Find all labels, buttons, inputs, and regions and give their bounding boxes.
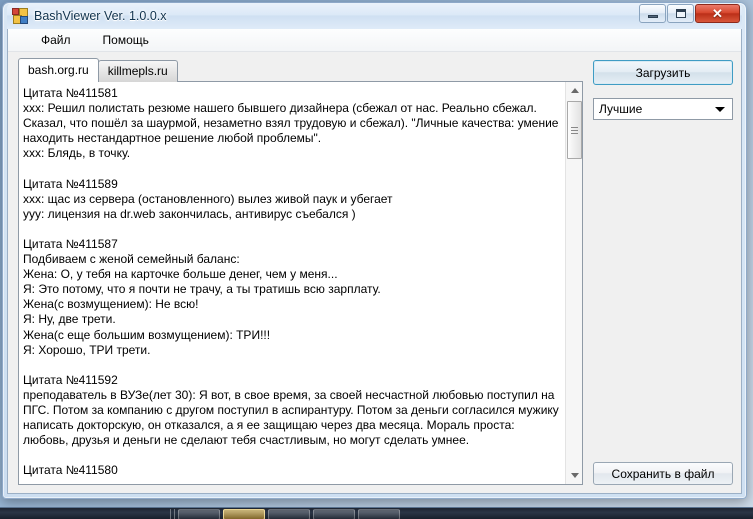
window-client-area: Файл Помощь bash.org.ru killmepls.ru Цит… bbox=[7, 29, 742, 494]
tab-strip: bash.org.ru killmepls.ru bbox=[18, 58, 583, 82]
taskbar-button[interactable] bbox=[313, 509, 355, 519]
menu-item-help[interactable]: Помощь bbox=[94, 30, 158, 50]
scrollbar-grip-icon bbox=[571, 126, 578, 134]
taskbar-button[interactable] bbox=[268, 509, 310, 519]
taskbar-button[interactable] bbox=[358, 509, 400, 519]
minimize-icon bbox=[647, 14, 658, 18]
main-body: bash.org.ru killmepls.ru Цитата №411581 … bbox=[8, 52, 741, 493]
window-title: BashViewer Ver. 1.0.0.x bbox=[34, 9, 167, 23]
chevron-down-icon bbox=[715, 107, 725, 112]
app-grid-icon bbox=[12, 8, 28, 24]
menu-bar: Файл Помощь bbox=[8, 29, 741, 52]
title-bar[interactable]: BashViewer Ver. 1.0.0.x ✕ bbox=[7, 3, 742, 29]
taskbar-button[interactable] bbox=[178, 509, 220, 519]
close-button[interactable]: ✕ bbox=[695, 4, 740, 23]
desktop-background: BashViewer Ver. 1.0.0.x ✕ Файл Помощь ba… bbox=[0, 0, 753, 519]
quotes-textarea[interactable]: Цитата №411581 xxx: Решил полистать резю… bbox=[19, 82, 565, 484]
menu-item-file[interactable]: Файл bbox=[32, 30, 80, 50]
sort-select-value: Лучшие bbox=[599, 102, 643, 116]
bashviewer-window: BashViewer Ver. 1.0.0.x ✕ Файл Помощь ba… bbox=[2, 2, 747, 499]
window-controls: ✕ bbox=[638, 4, 740, 23]
taskbar-button-active[interactable] bbox=[223, 509, 265, 519]
tab-killmepls-ru[interactable]: killmepls.ru bbox=[97, 60, 178, 82]
taskbar-separator bbox=[170, 509, 171, 519]
maximize-icon bbox=[675, 9, 686, 18]
scroll-down-arrow-icon[interactable] bbox=[566, 467, 582, 484]
save-to-file-button[interactable]: Сохранить в файл bbox=[593, 462, 733, 485]
quotes-text-panel: Цитата №411581 xxx: Решил полистать резю… bbox=[18, 81, 583, 485]
sort-select[interactable]: Лучшие bbox=[593, 98, 733, 120]
vertical-scrollbar[interactable] bbox=[565, 82, 582, 484]
taskbar-separator bbox=[174, 509, 175, 519]
content-column: bash.org.ru killmepls.ru Цитата №411581 … bbox=[18, 58, 583, 485]
taskbar[interactable] bbox=[0, 507, 753, 519]
tab-bash-org-ru[interactable]: bash.org.ru bbox=[18, 58, 99, 82]
scroll-up-arrow-icon[interactable] bbox=[566, 82, 582, 99]
load-button[interactable]: Загрузить bbox=[593, 60, 733, 85]
sidebar-controls: Загрузить Лучшие Сохранить в файл bbox=[593, 60, 733, 485]
scrollbar-thumb[interactable] bbox=[567, 101, 582, 159]
minimize-button[interactable] bbox=[639, 4, 666, 23]
taskbar-items bbox=[170, 509, 400, 519]
maximize-button[interactable] bbox=[667, 4, 694, 23]
